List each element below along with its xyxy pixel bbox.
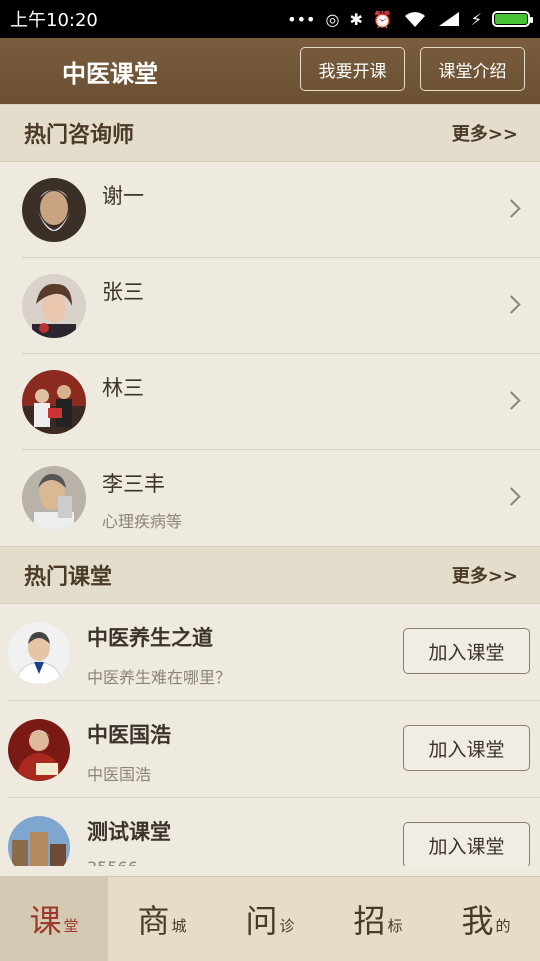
section-title: 热门课堂 <box>24 565 113 590</box>
open-course-button[interactable]: 我要开课 <box>300 47 405 91</box>
tab-label-sub: 的 <box>495 916 511 935</box>
counselor-item[interactable]: 谢一 <box>0 162 540 258</box>
avatar <box>22 466 86 530</box>
avatar <box>22 370 86 434</box>
alarm-icon: ⏰ <box>372 9 393 29</box>
avatar <box>22 274 86 338</box>
course-item[interactable]: 测试课堂 35566 加入课堂 <box>0 798 540 866</box>
wifi-icon <box>404 12 425 27</box>
courses-section-header: 热门课堂 更多>> <box>0 546 540 604</box>
chevron-right-icon <box>502 487 521 506</box>
tab-tender[interactable]: 招标 <box>324 877 432 961</box>
more-counselors-link[interactable]: 更多>> <box>452 120 518 146</box>
more-dots-icon: ••• <box>287 9 316 29</box>
course-title: 测试课堂 <box>87 820 171 844</box>
battery-icon <box>492 11 533 27</box>
counselor-name: 张三 <box>102 280 144 304</box>
tab-mall[interactable]: 商城 <box>108 877 216 961</box>
counselor-name: 林三 <box>102 376 144 400</box>
page-title: 中医课堂 <box>62 59 158 88</box>
counselor-item[interactable]: 李三丰 心理疾病等 <box>0 450 540 546</box>
counselor-item[interactable]: 张三 <box>0 258 540 354</box>
course-intro-button[interactable]: 课堂介绍 <box>420 47 525 91</box>
tab-label-main: 课 <box>29 902 62 940</box>
charging-icon: ⚡ <box>470 9 482 29</box>
chevron-right-icon <box>502 391 521 410</box>
signal-icon <box>438 12 459 26</box>
section-title: 热门咨询师 <box>24 123 135 148</box>
tab-consult[interactable]: 问诊 <box>216 877 324 961</box>
counselor-specialty: 心理疾病等 <box>102 512 183 531</box>
more-courses-link[interactable]: 更多>> <box>452 562 518 588</box>
course-subtitle: 中医养生难在哪里？ <box>87 668 232 687</box>
status-bar: 上午10:20 ••• ◎ ✱ ⏰ ⚡ <box>0 0 540 38</box>
tab-label-sub: 堂 <box>63 916 79 935</box>
hotspot-icon: ◎ <box>325 9 340 29</box>
course-thumbnail <box>8 718 70 781</box>
course-list: 中医养生之道 中医养生难在哪里？ 加入课堂 中医国浩 中医国浩 加入课堂 测试课… <box>0 604 540 866</box>
tab-label-main: 招 <box>353 902 386 940</box>
status-time: 上午10:20 <box>10 10 98 31</box>
tab-me[interactable]: 我的 <box>432 877 540 961</box>
chevron-right-icon <box>502 295 521 314</box>
course-item[interactable]: 中医国浩 中医国浩 加入课堂 <box>0 701 540 798</box>
course-subtitle: 中医国浩 <box>87 765 152 784</box>
tab-course[interactable]: 课堂 <box>0 877 108 961</box>
join-course-button[interactable]: 加入课堂 <box>403 725 530 771</box>
join-course-button[interactable]: 加入课堂 <box>403 822 530 866</box>
counselor-list: 谢一 张三 林三 李三丰 心理疾病等 <box>0 162 540 546</box>
counselor-name: 李三丰 <box>102 472 165 496</box>
tab-label-sub: 城 <box>171 916 187 935</box>
tab-label-main: 我 <box>461 902 494 940</box>
bottom-tab-bar: 课堂 商城 问诊 招标 我的 <box>0 876 540 961</box>
counselor-item[interactable]: 林三 <box>0 354 540 450</box>
tab-label-main: 商 <box>137 902 170 940</box>
tab-label-sub: 标 <box>387 916 403 935</box>
counselors-section-header: 热门咨询师 更多>> <box>0 104 540 162</box>
tab-label-sub: 诊 <box>279 916 295 935</box>
course-thumbnail <box>8 621 70 684</box>
course-title: 中医养生之道 <box>87 626 213 650</box>
bluetooth-icon: ✱ <box>349 9 363 29</box>
course-subtitle: 35566 <box>87 858 171 866</box>
avatar <box>22 178 86 242</box>
course-item[interactable]: 中医养生之道 中医养生难在哪里？ 加入课堂 <box>0 604 540 701</box>
counselor-name: 谢一 <box>102 184 144 208</box>
tab-label-main: 问 <box>245 902 278 940</box>
status-icons: ••• ◎ ✱ ⏰ ⚡ <box>287 9 533 29</box>
app-header: 中医课堂 我要开课 课堂介绍 <box>0 38 540 104</box>
chevron-right-icon <box>502 199 521 218</box>
join-course-button[interactable]: 加入课堂 <box>403 628 530 674</box>
course-title: 中医国浩 <box>87 723 171 747</box>
course-thumbnail <box>8 815 70 866</box>
